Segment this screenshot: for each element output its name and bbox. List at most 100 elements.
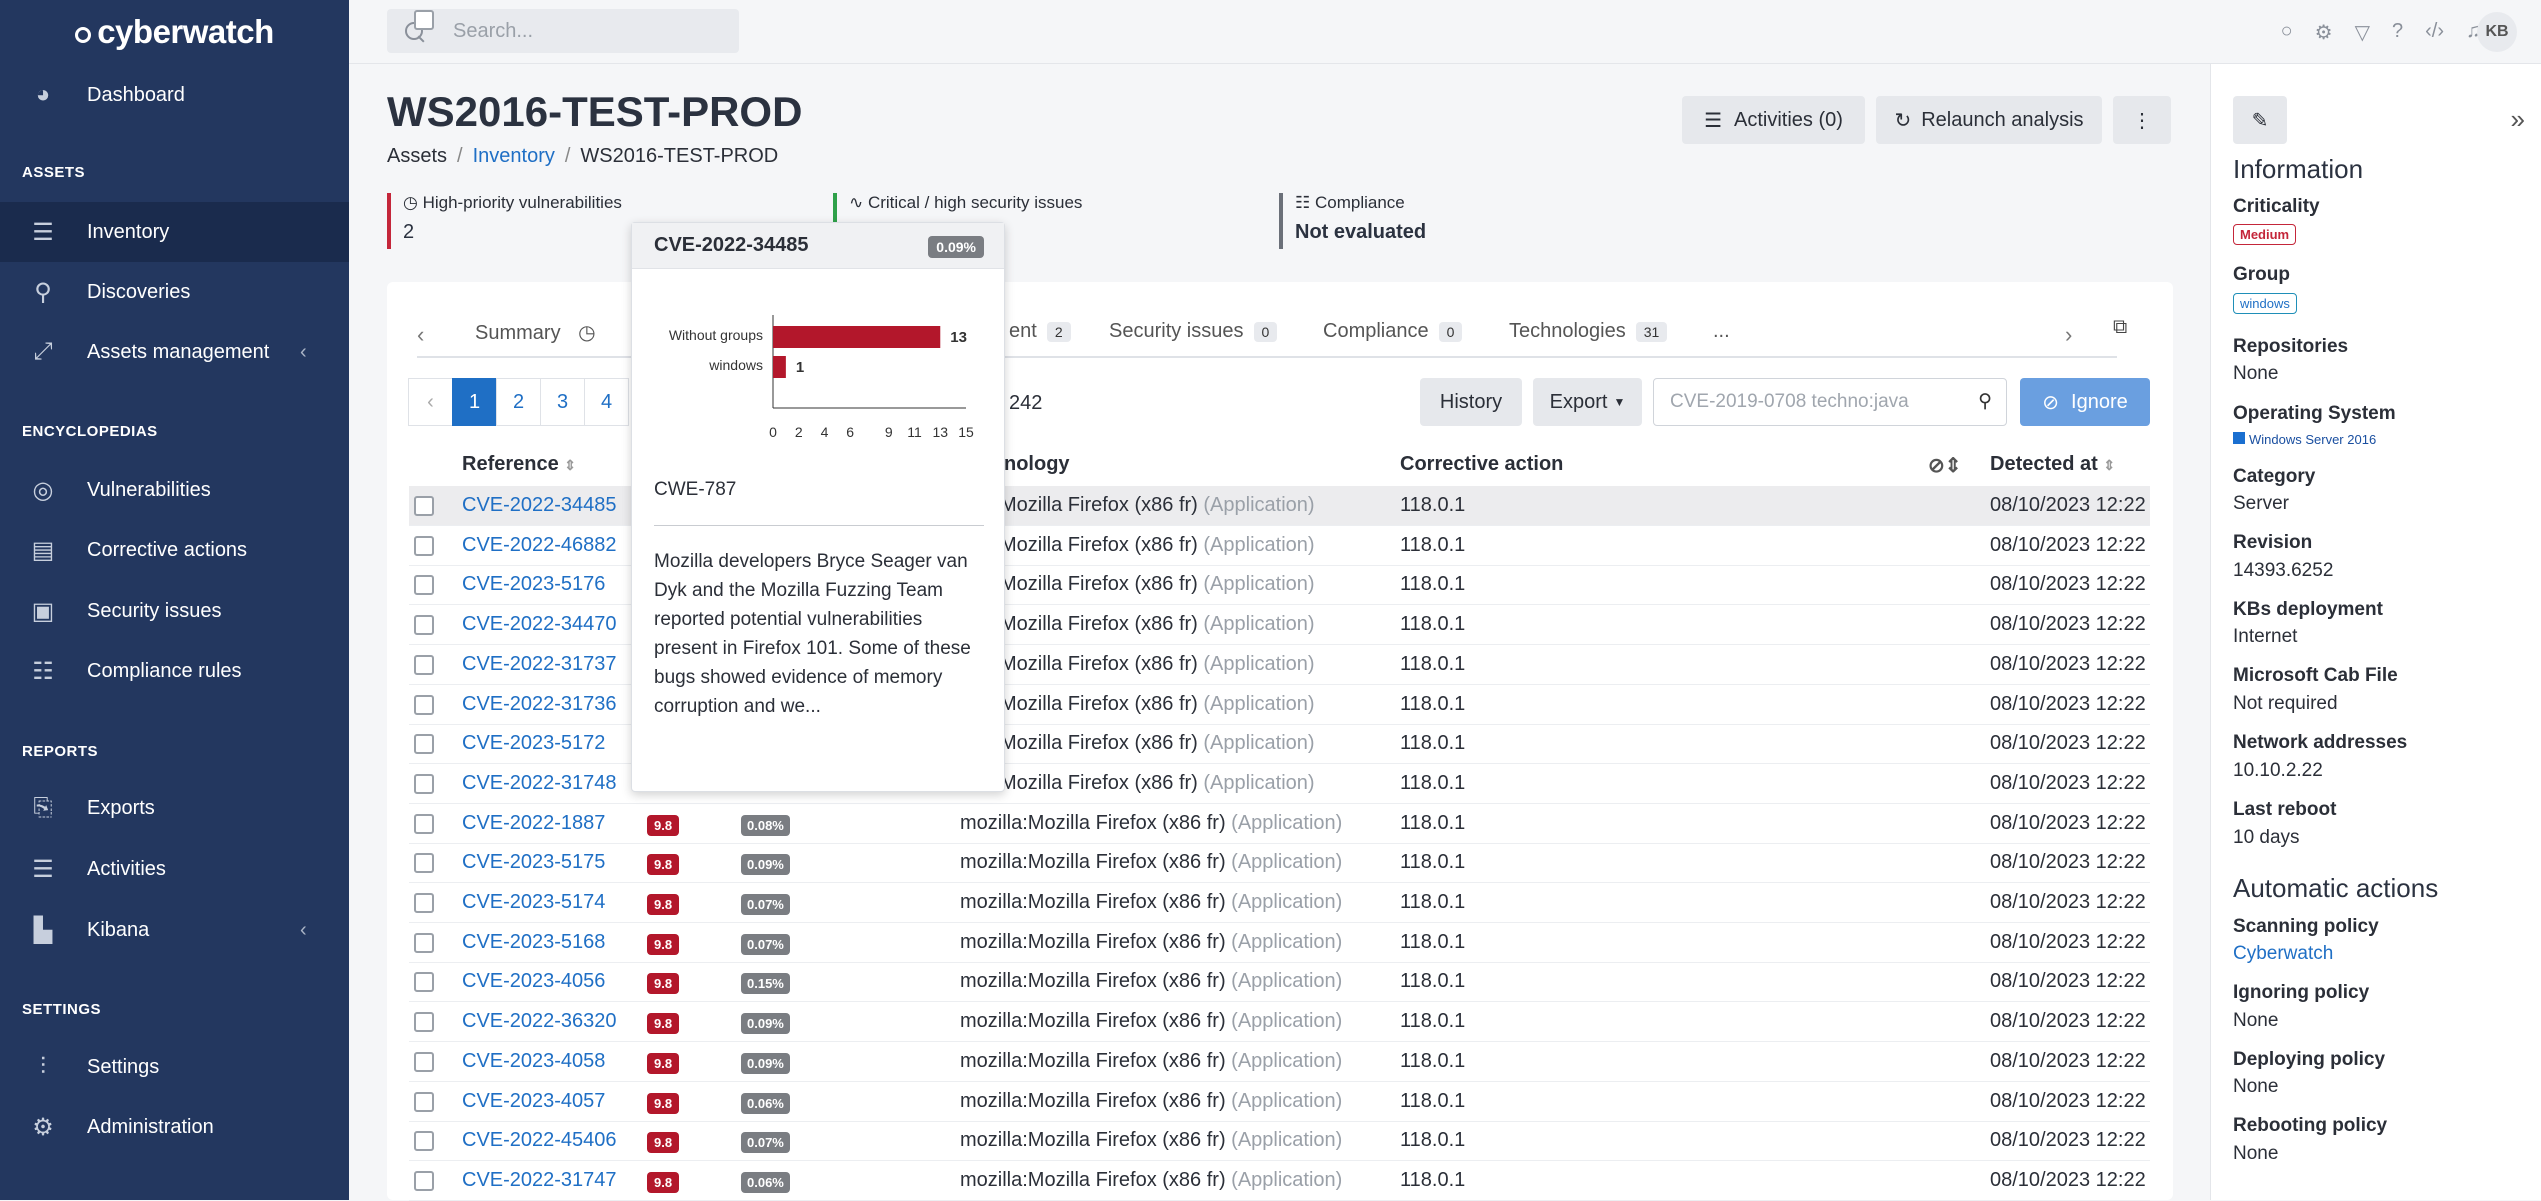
group-badge[interactable]: windows <box>2233 293 2297 314</box>
logo[interactable]: cyberwatch <box>0 0 349 64</box>
technology-cell[interactable]: mozilla:Mozilla Firefox (x86 fr) (Applic… <box>960 1090 1342 1113</box>
collapse-panel-icon[interactable]: » <box>2511 104 2525 135</box>
scan-policy-link[interactable]: Cyberwatch <box>2233 943 2333 965</box>
technology-cell[interactable]: zilla:Mozilla Firefox (x86 fr) (Applicat… <box>960 693 1315 716</box>
row-checkbox[interactable] <box>414 535 434 556</box>
sidebar-item-administration[interactable]: ⚙ Administration <box>0 1097 349 1157</box>
cve-link[interactable]: CVE-2023-4058 <box>462 1050 605 1073</box>
col-detected-at[interactable]: Detected at ⇕ <box>1990 453 2115 476</box>
table-row[interactable]: CVE-2023-4057 9.8 0.06% mozilla:Mozilla Fir… <box>409 1082 2150 1122</box>
sidebar-item-exports[interactable]: ⎘ Exports <box>0 778 349 838</box>
tab-deployment[interactable]: ent 2 <box>1009 320 1071 343</box>
page-prev[interactable]: ‹ <box>408 378 453 426</box>
breadcrumb-assets[interactable]: Assets <box>387 145 447 167</box>
more-actions-button[interactable]: ⋮ <box>2113 96 2171 144</box>
ignored-filter-icon[interactable]: ⊘⇕ <box>1928 453 1962 478</box>
search-icon[interactable]: ⚲ <box>1978 390 1992 413</box>
stat-high-priority[interactable]: ◷ High-priority vulnerabilities 2 <box>387 193 622 249</box>
table-row[interactable]: CVE-2023-5174 9.8 0.07% mozilla:Mozilla Fir… <box>409 883 2150 923</box>
cve-link[interactable]: CVE-2023-4057 <box>462 1090 605 1113</box>
global-search-input[interactable]: Search... <box>387 9 739 53</box>
breadcrumb-inventory[interactable]: Inventory <box>473 145 555 167</box>
table-row[interactable]: CVE-2022-31747 9.8 0.06% mozilla:Mozilla Fi… <box>409 1161 2150 1201</box>
row-checkbox[interactable] <box>414 496 434 516</box>
gear-icon[interactable]: ⚙ <box>2315 20 2333 45</box>
cve-link[interactable]: CVE-2022-31748 <box>462 772 617 795</box>
row-checkbox[interactable] <box>414 773 434 794</box>
filter-icon[interactable]: ▽ <box>2355 20 2370 45</box>
row-checkbox[interactable] <box>414 1012 434 1033</box>
row-checkbox[interactable] <box>414 1170 434 1191</box>
sidebar-item-security-issues[interactable]: ▣ Security issues <box>0 581 349 641</box>
tab-compliance[interactable]: Compliance 0 <box>1323 320 1463 343</box>
sidebar-item-discoveries[interactable]: ⚲ Discoveries <box>0 262 349 322</box>
table-row[interactable]: CVE-2022-1887 9.8 0.08% mozilla:Mozilla Fir… <box>409 804 2150 844</box>
cve-link[interactable]: CVE-2022-34470 <box>462 613 617 636</box>
tab-more[interactable]: ... <box>1713 320 1730 343</box>
tabs-next-icon[interactable]: › <box>2065 322 2072 348</box>
activities-button[interactable]: ☰ Activities (0) <box>1682 96 1865 144</box>
page-2[interactable]: 2 <box>496 378 541 426</box>
cve-link[interactable]: CVE-2023-5176 <box>462 573 605 596</box>
cve-link[interactable]: CVE-2022-45406 <box>462 1129 617 1152</box>
row-checkbox[interactable] <box>414 932 434 953</box>
row-checkbox[interactable] <box>414 615 434 636</box>
sidebar-item-kibana[interactable]: ▙ Kibana ‹ <box>0 900 349 960</box>
cve-link[interactable]: CVE-2023-5175 <box>462 851 605 874</box>
select-all-checkbox[interactable] <box>414 10 434 30</box>
sidebar-item-activities[interactable]: ☰ Activities <box>0 839 349 899</box>
row-checkbox[interactable] <box>414 694 434 715</box>
technology-cell[interactable]: zilla:Mozilla Firefox (x86 fr) (Applicat… <box>960 494 1315 517</box>
cve-link[interactable]: CVE-2022-1887 <box>462 812 605 835</box>
page-3[interactable]: 3 <box>540 378 585 426</box>
row-checkbox[interactable] <box>414 813 434 834</box>
sidebar-item-corrective-actions[interactable]: ▤ Corrective actions <box>0 520 349 580</box>
layers-icon[interactable]: ⧉ <box>2113 316 2127 339</box>
technology-cell[interactable]: zilla:Mozilla Firefox (x86 fr) (Applicat… <box>960 772 1315 795</box>
technology-cell[interactable]: mozilla:Mozilla Firefox (x86 fr) (Applic… <box>960 1169 1342 1192</box>
status-circle-icon[interactable]: ○ <box>2281 20 2293 45</box>
cve-link[interactable]: CVE-2022-46882 <box>462 534 617 557</box>
col-corrective-action[interactable]: Corrective action <box>1400 453 1563 476</box>
cve-link[interactable]: CVE-2022-31736 <box>462 693 617 716</box>
col-reference[interactable]: Reference ⇕ <box>462 453 576 476</box>
table-row[interactable]: CVE-2023-4058 9.8 0.09% mozilla:Mozilla Fir… <box>409 1042 2150 1082</box>
stat-compliance[interactable]: ☷ Compliance Not evaluated <box>1279 193 1426 249</box>
col-technology[interactable]: nology <box>1004 453 1070 476</box>
relaunch-analysis-button[interactable]: ↻ Relaunch analysis <box>1876 96 2102 144</box>
cve-link[interactable]: CVE-2023-5172 <box>462 732 605 755</box>
sidebar-item-settings[interactable]: ⫶ Settings <box>0 1037 349 1097</box>
cve-link[interactable]: CVE-2022-31737 <box>462 653 617 676</box>
row-checkbox[interactable] <box>414 1131 434 1152</box>
technology-cell[interactable]: mozilla:Mozilla Firefox (x86 fr) (Applic… <box>960 1010 1342 1033</box>
row-checkbox[interactable] <box>414 734 434 755</box>
technology-cell[interactable]: zilla:Mozilla Firefox (x86 fr) (Applicat… <box>960 613 1315 636</box>
help-icon[interactable]: ? <box>2392 20 2403 45</box>
row-checkbox[interactable] <box>414 1091 434 1112</box>
cve-link[interactable]: CVE-2023-4056 <box>462 970 605 993</box>
tab-technologies[interactable]: Technologies 31 <box>1509 320 1668 343</box>
page-4[interactable]: 4 <box>584 378 629 426</box>
technology-cell[interactable]: zilla:Mozilla Firefox (x86 fr) (Applicat… <box>960 534 1315 557</box>
row-checkbox[interactable] <box>414 972 434 993</box>
technology-cell[interactable]: zilla:Mozilla Firefox (x86 fr) (Applicat… <box>960 573 1315 596</box>
cve-link[interactable]: CVE-2022-34485 <box>462 494 617 517</box>
vulnerability-filter-input[interactable]: CVE-2019-0708 techno:java ⚲ <box>1653 378 2007 426</box>
row-checkbox[interactable] <box>414 853 434 874</box>
technology-cell[interactable]: mozilla:Mozilla Firefox (x86 fr) (Applic… <box>960 931 1342 954</box>
sidebar-item-compliance-rules[interactable]: ☷ Compliance rules <box>0 641 349 701</box>
sidebar-item-inventory[interactable]: ☰ Inventory <box>0 202 349 262</box>
technology-cell[interactable]: zilla:Mozilla Firefox (x86 fr) (Applicat… <box>960 653 1315 676</box>
technology-cell[interactable]: mozilla:Mozilla Firefox (x86 fr) (Applic… <box>960 1050 1342 1073</box>
avatar[interactable]: KB <box>2477 12 2517 52</box>
technology-cell[interactable]: zilla:Mozilla Firefox (x86 fr) (Applicat… <box>960 732 1315 755</box>
table-row[interactable]: CVE-2022-45406 9.8 0.07% mozilla:Mozilla Fi… <box>409 1121 2150 1162</box>
row-checkbox[interactable] <box>414 893 434 913</box>
code-icon[interactable]: ‹/› <box>2425 20 2444 45</box>
tab-security-issues[interactable]: Security issues 0 <box>1109 320 1278 343</box>
row-checkbox[interactable] <box>414 575 434 596</box>
cve-link[interactable]: CVE-2023-5168 <box>462 931 605 954</box>
cve-link[interactable]: CVE-2022-31747 <box>462 1169 617 1192</box>
sidebar-item-dashboard[interactable]: ◕ Dashboard <box>0 65 349 125</box>
tabs-prev-icon[interactable]: ‹ <box>417 322 424 348</box>
